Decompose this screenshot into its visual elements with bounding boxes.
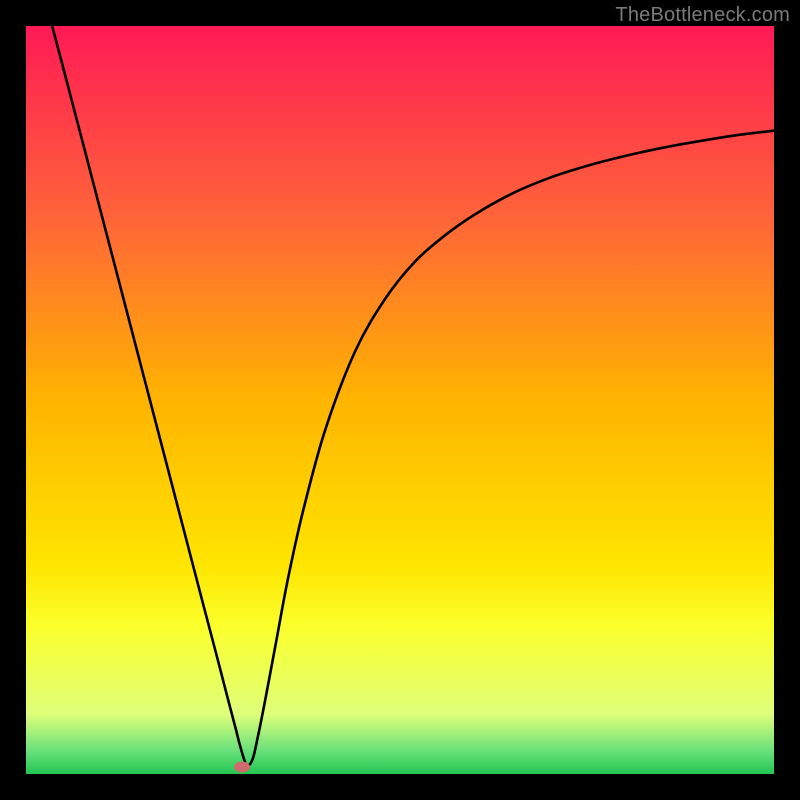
plot-area (26, 26, 774, 774)
chart-frame: TheBottleneck.com (0, 0, 800, 800)
plot-svg (26, 26, 774, 774)
optimal-point-marker (234, 762, 250, 773)
gradient-background (26, 26, 774, 774)
watermark-text: TheBottleneck.com (615, 4, 790, 27)
